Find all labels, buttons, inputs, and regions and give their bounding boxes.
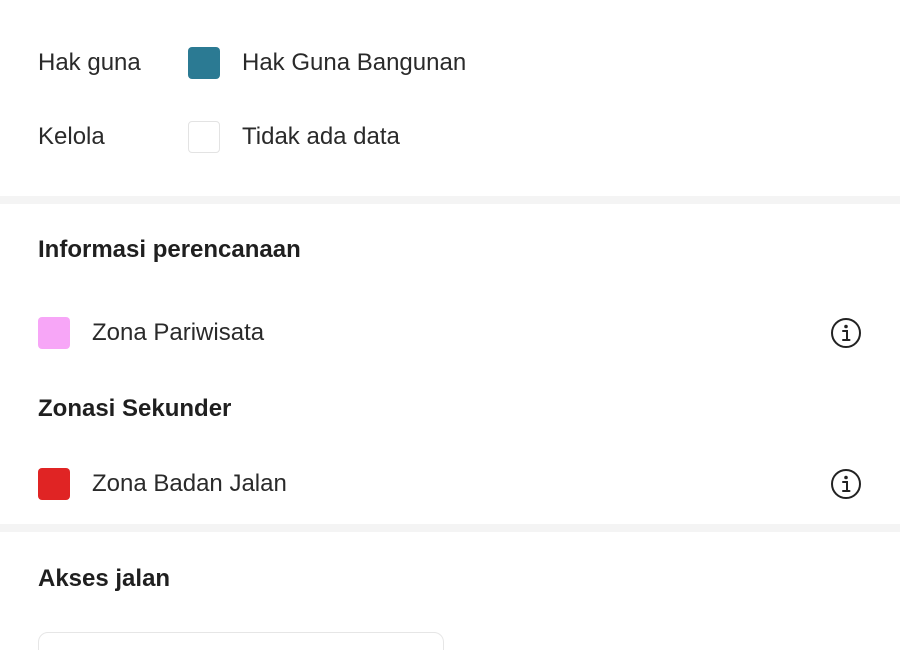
zona-badan-jalan-swatch <box>38 468 70 500</box>
section-divider <box>0 196 900 204</box>
road-access-title: Akses jalan <box>38 565 171 592</box>
planning-section-title: Informasi perencanaan <box>38 236 301 263</box>
section-divider <box>0 524 900 532</box>
road-access-card[interactable] <box>38 632 444 650</box>
secondary-zoning-title: Zonasi Sekunder <box>38 395 232 422</box>
hak-guna-value: Hak Guna Bangunan <box>242 49 467 76</box>
kelola-row: Kelola Tidak ada data <box>38 120 400 154</box>
hak-guna-row: Hak guna Hak Guna Bangunan <box>38 46 466 80</box>
zona-badan-jalan-label: Zona Badan Jalan <box>92 470 287 497</box>
zona-pariwisata-row[interactable]: Zona Pariwisata <box>38 316 264 350</box>
info-icon[interactable] <box>830 468 862 500</box>
kelola-swatch <box>188 121 220 153</box>
hak-guna-swatch <box>188 47 220 79</box>
info-icon[interactable] <box>830 317 862 349</box>
zona-badan-jalan-row[interactable]: Zona Badan Jalan <box>38 467 287 501</box>
property-info-panel: Hak guna Hak Guna Bangunan Kelola Tidak … <box>0 0 900 650</box>
hak-guna-label: Hak guna <box>38 49 141 76</box>
zona-pariwisata-label: Zona Pariwisata <box>92 319 265 346</box>
zona-pariwisata-swatch <box>38 317 70 349</box>
kelola-label: Kelola <box>38 123 105 150</box>
kelola-value: Tidak ada data <box>242 123 400 150</box>
